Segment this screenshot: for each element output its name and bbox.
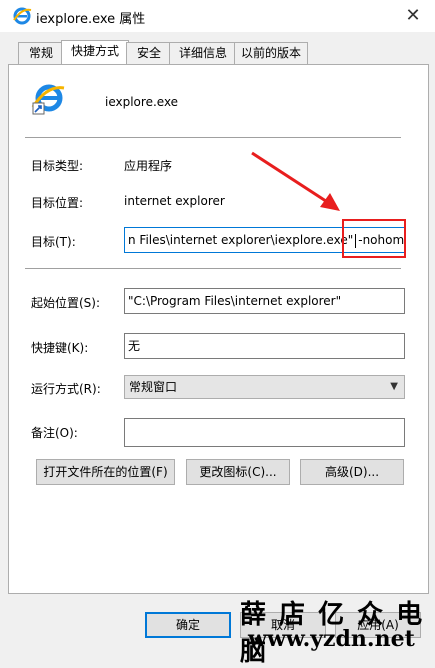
run-select-value: 常规窗口 bbox=[129, 380, 178, 394]
file-name: iexplore.exe bbox=[105, 95, 179, 109]
target-location-value: internet explorer bbox=[124, 194, 225, 208]
tab-security[interactable]: 安全 bbox=[126, 42, 172, 64]
close-button[interactable]: ✕ bbox=[398, 0, 428, 32]
shortcut-key-label: 快捷键(K): bbox=[31, 341, 89, 355]
tab-shortcut[interactable]: 快捷方式 bbox=[61, 40, 129, 64]
open-location-button[interactable]: 打开文件所在的位置(F) bbox=[36, 459, 175, 485]
tab-previous-versions[interactable]: 以前的版本 bbox=[234, 42, 308, 64]
target-type-value: 应用程序 bbox=[124, 159, 173, 173]
title-bar: iexplore.exe 属性 ✕ bbox=[0, 0, 435, 32]
run-label: 运行方式(R): bbox=[31, 382, 101, 396]
chevron-down-icon: ▼ bbox=[390, 381, 398, 392]
window-title: iexplore.exe 属性 bbox=[36, 12, 146, 27]
divider bbox=[25, 268, 401, 269]
target-label: 目标(T): bbox=[31, 235, 76, 249]
comment-input[interactable] bbox=[124, 418, 405, 447]
red-arrow-annotation bbox=[251, 151, 340, 211]
tab-details[interactable]: 详细信息 bbox=[169, 42, 237, 64]
close-icon: ✕ bbox=[405, 5, 421, 26]
advanced-button[interactable]: 高级(D)... bbox=[300, 459, 404, 485]
tab-general[interactable]: 常规 bbox=[18, 42, 64, 64]
target-type-label: 目标类型: bbox=[31, 159, 84, 173]
shortcut-key-input[interactable]: 无 bbox=[124, 333, 405, 359]
shortcut-panel: iexplore.exe 目标类型: 应用程序 目标位置: internet e… bbox=[8, 64, 429, 594]
start-in-label: 起始位置(S): bbox=[31, 296, 101, 310]
comment-label: 备注(O): bbox=[31, 426, 78, 440]
target-location-label: 目标位置: bbox=[31, 196, 84, 210]
start-in-input[interactable]: "C:\Program Files\internet explorer" bbox=[124, 288, 405, 314]
run-select[interactable]: 常规窗口 ▼ bbox=[124, 375, 405, 399]
ok-button[interactable]: 确定 bbox=[145, 612, 231, 638]
internet-explorer-icon bbox=[13, 7, 32, 25]
change-icon-button[interactable]: 更改图标(C)... bbox=[186, 459, 290, 485]
divider bbox=[25, 137, 401, 138]
highlight-box bbox=[342, 219, 406, 258]
target-path-text: n Files\internet explorer\iexplore.exe" bbox=[128, 233, 354, 247]
watermark-url: www.yzdn.net bbox=[248, 626, 415, 652]
internet-explorer-icon bbox=[31, 84, 65, 115]
